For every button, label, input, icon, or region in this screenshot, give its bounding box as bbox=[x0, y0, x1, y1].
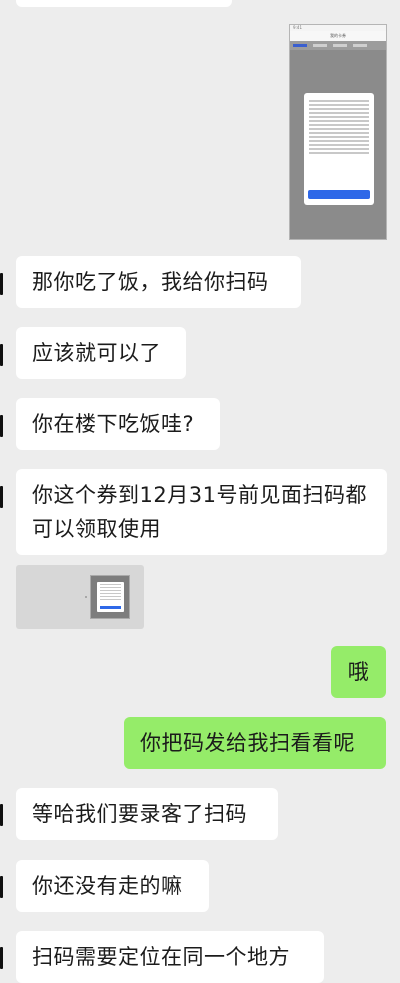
screenshot-tab bbox=[313, 44, 327, 47]
message-edge-marker bbox=[0, 947, 3, 969]
message-bubble-incoming[interactable]: 扫码需要定位在同一个地方 bbox=[16, 931, 324, 983]
message-bubble-incoming[interactable]: 等哈我们要录客了扫码 bbox=[16, 788, 278, 840]
screenshot-dialog-button bbox=[308, 190, 370, 199]
image-message-thumbnail[interactable] bbox=[16, 565, 144, 629]
screenshot-tabs bbox=[290, 41, 386, 50]
message-bubble-outgoing[interactable]: 哦 bbox=[331, 646, 386, 698]
message-edge-marker bbox=[0, 804, 3, 826]
screenshot-tab bbox=[333, 44, 347, 47]
message-bubble-outgoing[interactable]: 你把码发给我扫看看呢 bbox=[124, 717, 386, 769]
screenshot-tab bbox=[293, 44, 307, 47]
message-edge-marker bbox=[0, 273, 3, 295]
screenshot-tab bbox=[353, 44, 367, 47]
message-bubble-incoming[interactable]: 你这个券到12月31号前见面扫码都可以领取使用 bbox=[16, 469, 387, 555]
message-edge-marker bbox=[0, 415, 3, 437]
message-bubble-incoming[interactable]: 那你吃了饭，我给你扫码 bbox=[16, 256, 301, 308]
thumbnail-dot bbox=[85, 596, 87, 598]
message-bubble-incoming[interactable]: 你在楼下吃饭哇? bbox=[16, 398, 220, 450]
message-bubble-incoming[interactable]: 应该就可以了 bbox=[16, 327, 186, 379]
image-message-screenshot[interactable]: 9:41 我的卡券 bbox=[289, 24, 387, 240]
message-bubble-incoming[interactable]: 你还没有走的嘛 bbox=[16, 860, 209, 912]
message-edge-marker bbox=[0, 876, 3, 898]
cutoff-message-bubble[interactable] bbox=[16, 0, 232, 7]
message-edge-marker bbox=[0, 344, 3, 366]
screenshot-header: 我的卡券 bbox=[290, 31, 386, 41]
message-edge-marker bbox=[0, 486, 3, 508]
thumbnail-preview bbox=[90, 575, 130, 619]
screenshot-dialog bbox=[304, 93, 374, 205]
